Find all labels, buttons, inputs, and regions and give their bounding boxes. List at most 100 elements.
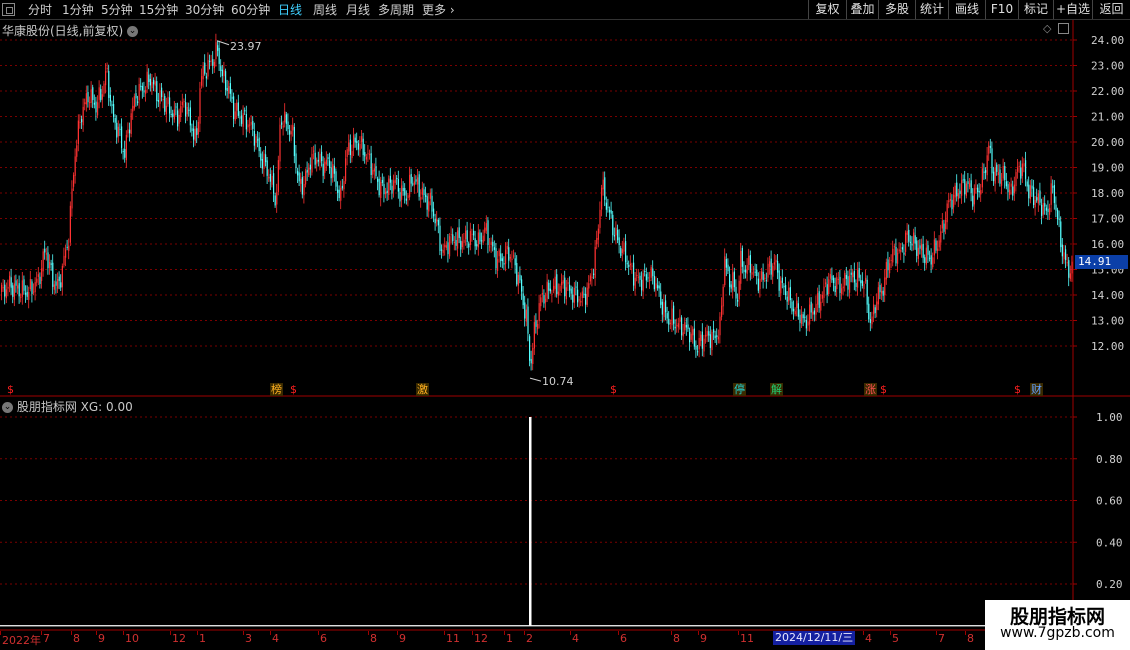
candle-body bbox=[362, 138, 364, 156]
candle-body bbox=[117, 126, 119, 137]
candle-body bbox=[57, 278, 59, 289]
candle-body bbox=[69, 205, 71, 243]
candle-body bbox=[921, 244, 923, 251]
candle-body bbox=[989, 146, 991, 148]
diamond-icon[interactable]: ◇ bbox=[1043, 22, 1051, 35]
candle-body bbox=[1023, 163, 1025, 167]
date-tick-label: 3 bbox=[245, 632, 252, 645]
candle-body bbox=[828, 279, 830, 295]
event-badge[interactable]: 财 bbox=[1030, 383, 1043, 396]
candle-body bbox=[386, 190, 388, 193]
date-tick bbox=[570, 631, 571, 635]
candle-body bbox=[423, 189, 425, 196]
chevron-down-icon[interactable]: ⌄ bbox=[127, 26, 139, 37]
candle-body bbox=[628, 264, 630, 267]
candle-body bbox=[156, 81, 158, 101]
tab-1min[interactable]: 1分钟 bbox=[62, 3, 94, 17]
panel-box-icon[interactable] bbox=[1058, 23, 1069, 34]
candle-body bbox=[87, 92, 89, 103]
candle-body bbox=[580, 300, 582, 303]
draw-line-button[interactable]: 画线 bbox=[948, 0, 985, 19]
mark-button[interactable]: 标记 bbox=[1018, 0, 1053, 19]
event-badge[interactable]: $ bbox=[609, 383, 618, 396]
candle-body bbox=[1066, 262, 1068, 264]
candle-body bbox=[28, 292, 30, 300]
candle-body bbox=[671, 308, 673, 326]
candle-body bbox=[308, 167, 310, 175]
candle-body bbox=[535, 320, 537, 327]
candle-body bbox=[266, 160, 268, 176]
chevron-down-icon[interactable]: ⌄ bbox=[2, 402, 13, 413]
statistics-button[interactable]: 统计 bbox=[915, 0, 948, 19]
candle-body bbox=[441, 249, 443, 251]
candle-body bbox=[1028, 184, 1030, 199]
candle-body bbox=[247, 124, 249, 128]
candle-body bbox=[226, 87, 228, 91]
event-badge[interactable]: 停 bbox=[733, 383, 746, 396]
date-tick-label: 11 bbox=[446, 632, 460, 645]
candle-body bbox=[137, 101, 139, 103]
back-button[interactable]: 返回 bbox=[1092, 0, 1130, 19]
price-tick-label: 17.00 bbox=[1091, 213, 1124, 226]
tab-fenshi[interactable]: 分时 bbox=[28, 3, 52, 17]
candle-body bbox=[303, 183, 305, 196]
candle-body bbox=[511, 258, 513, 261]
add-watchlist-button[interactable]: +自选 bbox=[1053, 0, 1092, 19]
window-box-icon[interactable] bbox=[2, 3, 15, 16]
candle-body bbox=[149, 78, 151, 86]
candle-body bbox=[108, 71, 110, 98]
restore-rights-button[interactable]: 复权 bbox=[808, 0, 846, 19]
event-badge[interactable]: $ bbox=[6, 383, 15, 396]
tab-60min[interactable]: 60分钟 bbox=[231, 3, 270, 17]
candle-body bbox=[1047, 208, 1049, 213]
event-badge[interactable]: $ bbox=[879, 383, 888, 396]
event-badge[interactable]: 榜 bbox=[270, 383, 283, 396]
tab-30min[interactable]: 30分钟 bbox=[185, 3, 224, 17]
multi-stock-button[interactable]: 多股 bbox=[878, 0, 915, 19]
tab-daily[interactable]: 日线 bbox=[278, 3, 302, 17]
candle-body bbox=[25, 292, 27, 295]
tab-5min[interactable]: 5分钟 bbox=[101, 3, 133, 17]
candle-body bbox=[29, 279, 31, 290]
candle-body bbox=[757, 278, 759, 291]
candle-body bbox=[853, 270, 855, 283]
candle-body bbox=[381, 179, 383, 183]
tab-monthly[interactable]: 月线 bbox=[346, 3, 370, 17]
tab-weekly[interactable]: 周线 bbox=[313, 3, 337, 17]
overlay-button[interactable]: 叠加 bbox=[846, 0, 878, 19]
candle-body bbox=[532, 347, 534, 365]
candle-body bbox=[964, 179, 966, 195]
candle-body bbox=[773, 262, 775, 265]
date-tick-label: 1 bbox=[199, 632, 206, 645]
candle-body bbox=[225, 71, 227, 90]
candle-body bbox=[794, 310, 796, 315]
candle-body bbox=[890, 259, 892, 261]
candle-body bbox=[269, 173, 271, 182]
candle-body bbox=[351, 151, 353, 159]
candle-body bbox=[620, 248, 622, 256]
event-badge[interactable]: 解 bbox=[770, 383, 783, 396]
tab-more[interactable]: 更多 › bbox=[422, 3, 455, 17]
event-badge[interactable]: $ bbox=[289, 383, 298, 396]
candle-body bbox=[730, 284, 732, 289]
kline-chart[interactable]: 23.9710.74 12.0013.0014.0015.0016.0017.0… bbox=[0, 20, 1130, 631]
f10-button[interactable]: F10 bbox=[985, 0, 1018, 19]
candle-body bbox=[521, 279, 523, 292]
candle-body bbox=[1060, 221, 1062, 248]
tab-multi-period[interactable]: 多周期 bbox=[378, 3, 414, 17]
candle-body bbox=[770, 258, 772, 275]
candle-body bbox=[461, 241, 463, 248]
event-badge[interactable]: 激 bbox=[416, 383, 429, 396]
candle-body bbox=[943, 223, 945, 232]
candle-body bbox=[692, 329, 694, 336]
candle-body bbox=[754, 271, 756, 273]
candle-body bbox=[348, 142, 350, 152]
candle-body bbox=[695, 346, 697, 350]
candle-body bbox=[849, 275, 851, 293]
candle-body bbox=[367, 153, 369, 155]
event-badge[interactable]: $ bbox=[1013, 383, 1022, 396]
tab-15min[interactable]: 15分钟 bbox=[139, 3, 178, 17]
candle-body bbox=[285, 114, 287, 124]
event-badge[interactable]: 涨 bbox=[864, 383, 877, 396]
candle-body bbox=[189, 107, 191, 126]
